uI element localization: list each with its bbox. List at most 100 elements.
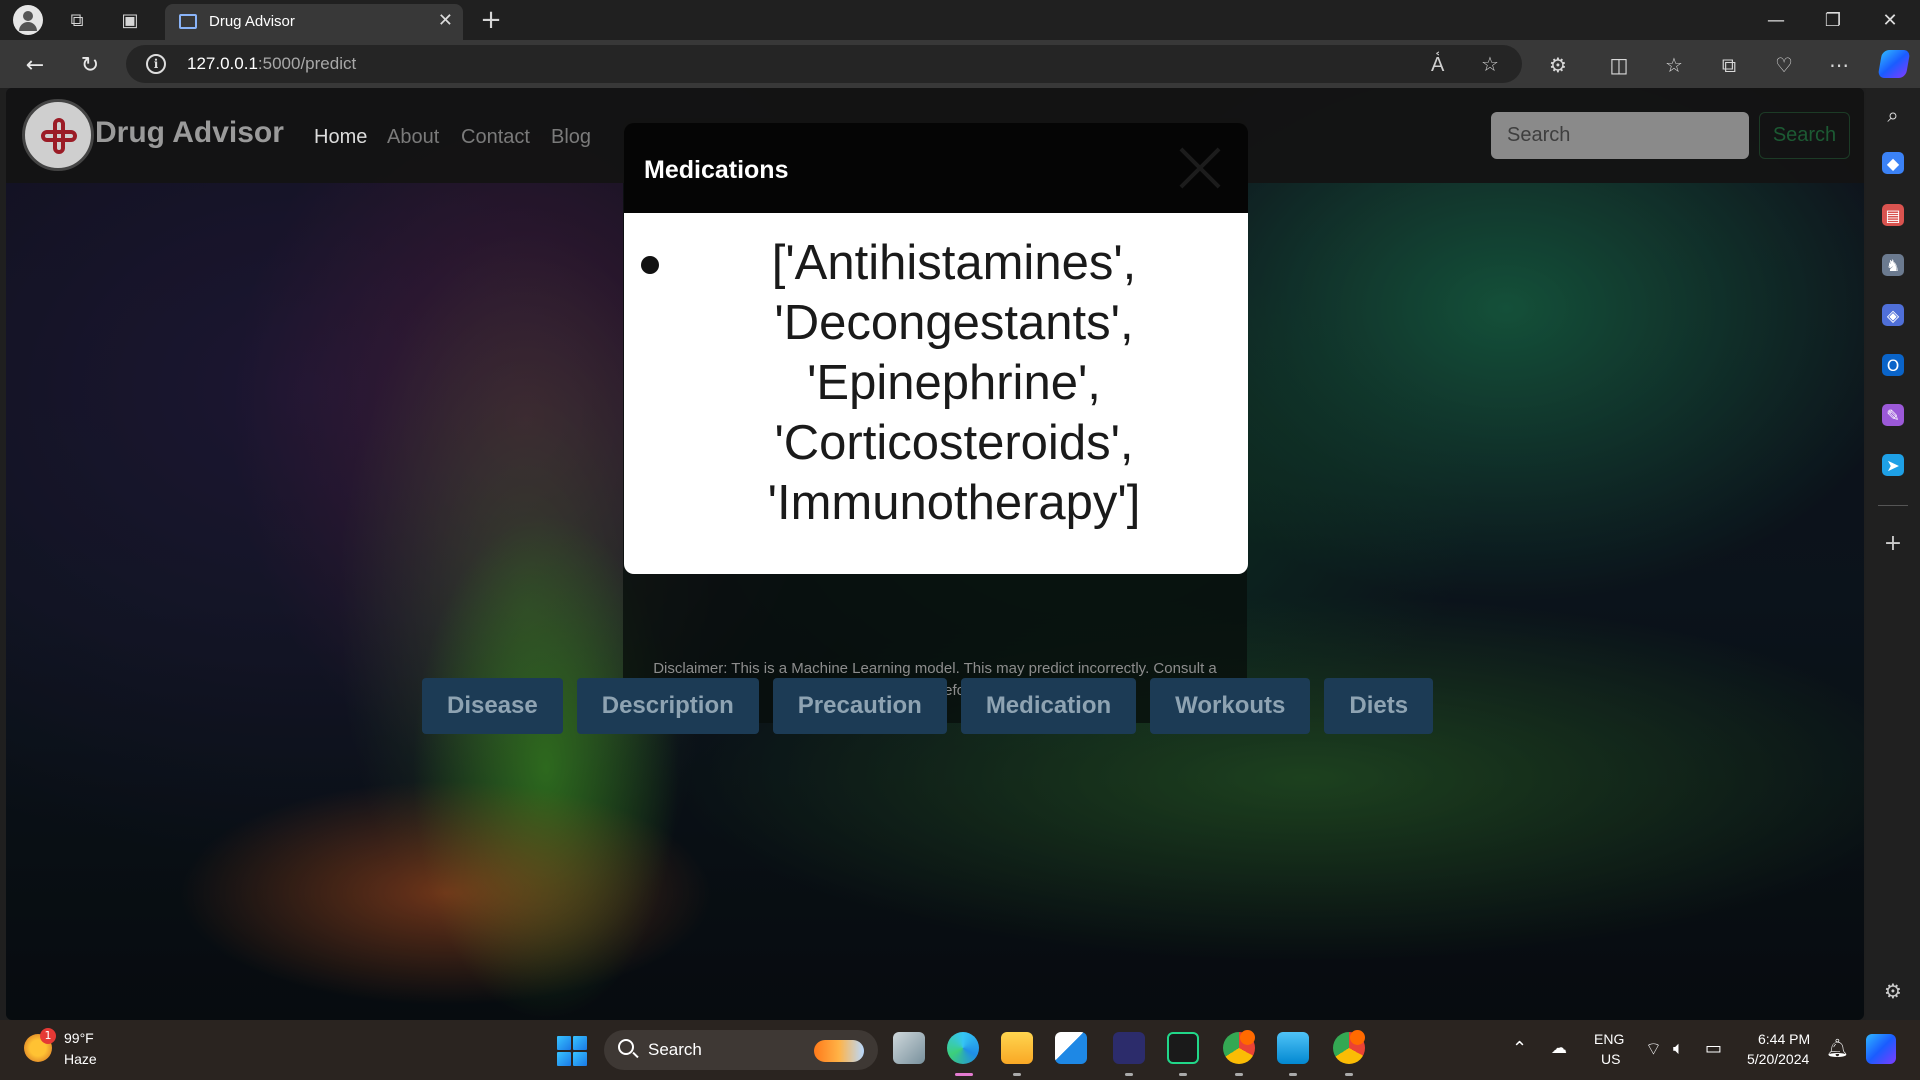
close-window-icon[interactable]: ✕: [1870, 6, 1910, 34]
split-screen-icon[interactable]: ◫: [1606, 52, 1632, 78]
url-path: :5000/predict: [257, 54, 357, 73]
pycharm-icon[interactable]: [1167, 1032, 1199, 1064]
add-icon[interactable]: +: [1882, 531, 1904, 556]
tab-close-icon[interactable]: ✕: [438, 10, 453, 31]
shopping-tag-icon[interactable]: ◆: [1882, 152, 1904, 174]
modal-close-icon[interactable]: [1172, 137, 1228, 197]
vertical-tabs-icon[interactable]: ▣: [116, 6, 144, 34]
precaution-button[interactable]: Precaution: [772, 678, 947, 734]
medications-modal: Medications ['Antihistamines', 'Deconges…: [624, 123, 1248, 574]
nav-link-about[interactable]: About: [387, 126, 439, 149]
pycharm-indicator: [1179, 1073, 1187, 1076]
search-icon: [618, 1039, 634, 1055]
edge-active-indicator: [955, 1073, 973, 1076]
new-tab-icon[interactable]: +: [477, 5, 505, 35]
copilot-icon[interactable]: [1877, 50, 1911, 78]
favorite-star-icon[interactable]: ☆: [1481, 52, 1499, 76]
games-icon[interactable]: ♞: [1882, 254, 1904, 276]
search-input[interactable]: [1491, 112, 1749, 159]
minimize-icon[interactable]: —: [1756, 6, 1796, 34]
copilot-sidebar-icon[interactable]: ◈: [1882, 304, 1904, 326]
file-explorer-icon[interactable]: [1001, 1032, 1033, 1064]
brand-name[interactable]: Drug Advisor: [95, 116, 284, 150]
copilot-taskbar-icon[interactable]: [1866, 1034, 1896, 1064]
weather-description[interactable]: Haze: [64, 1051, 97, 1067]
nav-link-blog[interactable]: Blog: [551, 126, 591, 149]
medication-list-item: ['Antihistamines', 'Decongestants', 'Epi…: [767, 236, 1141, 530]
sidebar-divider: [1878, 505, 1908, 506]
task-view-icon[interactable]: [893, 1032, 925, 1064]
refresh-icon[interactable]: ↻: [75, 50, 105, 80]
modal-header: Medications: [624, 123, 1248, 213]
diets-button[interactable]: Diets: [1324, 678, 1434, 734]
region-code[interactable]: US: [1601, 1051, 1620, 1067]
favorites-icon[interactable]: ☆: [1661, 52, 1687, 78]
url-host: 127.0.0.1: [187, 54, 258, 73]
workspaces-icon[interactable]: ⧉: [63, 6, 91, 34]
weather-badge: 1: [40, 1028, 56, 1044]
extensions-icon[interactable]: ⚙: [1545, 52, 1571, 78]
description-button[interactable]: Description: [576, 678, 759, 734]
url-text[interactable]: 127.0.0.1:5000/predict: [187, 54, 356, 74]
edge-sidebar: ⌕ ◆ ▤ ♞ ◈ O ✎ ➤ + ⚙: [1866, 88, 1920, 1020]
tools-icon[interactable]: ▤: [1882, 204, 1904, 226]
result-buttons: Disease Description Precaution Medicatio…: [422, 678, 1434, 734]
microsoft-store-icon[interactable]: [1055, 1032, 1087, 1064]
browser-tab-bar: ⧉ ▣ Drug Advisor ✕ + — ❐ ✕: [0, 0, 1920, 40]
browser-toolbar: ← ↻ i 127.0.0.1:5000/predict A᷾ ☆ ⚙ ◫ ☆ …: [0, 40, 1920, 88]
notepad-indicator: [1289, 1073, 1297, 1076]
medical-cross-icon: [41, 118, 77, 154]
search-button[interactable]: Search: [1759, 112, 1850, 159]
workouts-button[interactable]: Workouts: [1150, 678, 1311, 734]
language-code[interactable]: ENG: [1594, 1031, 1624, 1047]
wifi-icon[interactable]: ⌔: [1645, 1038, 1662, 1061]
volume-icon[interactable]: 🔈︎: [1673, 1038, 1684, 1059]
explorer-indicator: [1013, 1073, 1021, 1076]
outlook-icon[interactable]: O: [1882, 354, 1904, 376]
chrome-profile-badge: [1350, 1030, 1365, 1045]
taskbar-search[interactable]: Search: [604, 1030, 878, 1070]
notification-bell-icon[interactable]: 🔔︎: [1826, 1038, 1849, 1059]
chrome-notification-badge: [1240, 1030, 1255, 1045]
tab-title: Drug Advisor: [209, 13, 295, 30]
modal-title: Medications: [644, 156, 789, 184]
collections-icon[interactable]: ⧉: [1716, 52, 1742, 78]
address-bar[interactable]: i 127.0.0.1:5000/predict A᷾ ☆: [126, 45, 1522, 83]
settings-gear-icon[interactable]: ⚙: [1882, 979, 1904, 1003]
windows-taskbar: 1 99°F Haze Search ⌃ ☁ ENG US ⌔ 🔈︎ ▭ 6:4…: [0, 1020, 1920, 1080]
read-aloud-icon[interactable]: A᷾: [1431, 52, 1444, 77]
disease-button[interactable]: Disease: [422, 678, 563, 734]
browser-essentials-icon[interactable]: ♡: [1771, 52, 1797, 78]
edge-browser-icon[interactable]: [947, 1032, 979, 1064]
list-bullet: [641, 256, 659, 274]
modal-body: ['Antihistamines', 'Decongestants', 'Epi…: [624, 213, 1248, 574]
webex-icon[interactable]: [1113, 1032, 1145, 1064]
designer-icon[interactable]: ✎: [1882, 404, 1904, 426]
back-arrow-icon[interactable]: ←: [20, 50, 50, 80]
nav-link-home[interactable]: Home: [314, 126, 367, 149]
search-icon[interactable]: ⌕: [1882, 103, 1904, 127]
site-info-icon[interactable]: i: [146, 54, 166, 74]
clock-time[interactable]: 6:44 PM: [1758, 1031, 1810, 1047]
chrome-profile-indicator: [1345, 1073, 1353, 1076]
chrome-indicator: [1235, 1073, 1243, 1076]
notepad-icon[interactable]: [1277, 1032, 1309, 1064]
browser-tab[interactable]: Drug Advisor ✕: [165, 4, 463, 40]
nav-link-contact[interactable]: Contact: [461, 126, 530, 149]
battery-icon[interactable]: ▭: [1705, 1038, 1722, 1059]
taskbar-search-label: Search: [648, 1040, 702, 1059]
profile-avatar[interactable]: [13, 5, 43, 35]
onedrive-icon[interactable]: ☁: [1551, 1038, 1567, 1057]
medication-button[interactable]: Medication: [960, 678, 1137, 734]
send-icon[interactable]: ➤: [1882, 454, 1904, 476]
tray-overflow-icon[interactable]: ⌃: [1512, 1038, 1527, 1059]
clock-date[interactable]: 5/20/2024: [1747, 1051, 1809, 1067]
more-options-icon[interactable]: ⋯: [1826, 52, 1852, 78]
windows-start-icon[interactable]: [557, 1036, 587, 1066]
restore-icon[interactable]: ❐: [1813, 6, 1853, 34]
site-logo[interactable]: [22, 99, 94, 171]
tab-favicon-icon: [179, 14, 197, 29]
search-highlight-icon: [814, 1040, 864, 1062]
weather-temperature[interactable]: 99°F: [64, 1030, 94, 1046]
webex-indicator: [1125, 1073, 1133, 1076]
